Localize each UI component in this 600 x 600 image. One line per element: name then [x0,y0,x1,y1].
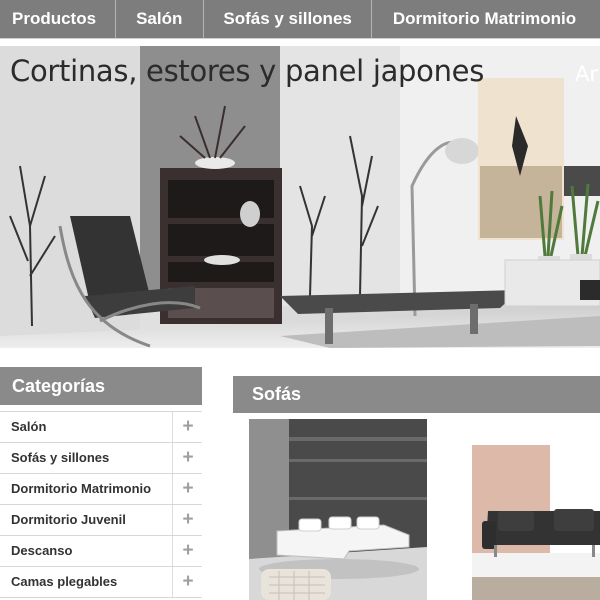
category-list: Salón + Sofás y sillones + Dormitorio Ma… [0,411,202,598]
sidebar-heading: Categorías [0,367,202,405]
category-item-dormitorio-matrimonio[interactable]: Dormitorio Matrimonio + [0,474,202,505]
section-title: Sofás [233,376,600,413]
nav-item-salon[interactable]: Salón [116,0,205,38]
category-label[interactable]: Descanso [11,536,72,566]
product-photo [249,419,427,600]
category-item-dormitorio-juvenil[interactable]: Dormitorio Juvenil + [0,505,202,536]
plus-icon[interactable]: + [172,567,203,597]
brand-logo: Ar [575,62,598,86]
nav-item-dormitorio-matrimonio[interactable]: Dormitorio Matrimonio [372,0,595,38]
hero-image [0,46,600,348]
nav-item-productos[interactable]: Productos [0,0,117,38]
plus-icon[interactable]: + [172,474,203,504]
plus-icon[interactable]: + [172,443,203,473]
category-label[interactable]: Dormitorio Matrimonio [11,474,151,504]
top-nav: Productos Salón Sofás y sillones Dormito… [0,0,600,39]
product-image[interactable] [249,419,427,600]
product-photo [472,441,600,600]
category-label[interactable]: Salón [11,412,46,442]
product-image[interactable] [472,441,600,600]
hero-banner[interactable]: Cortinas, estores y panel japones Ar [0,46,600,348]
category-label[interactable]: Sofás y sillones [11,443,109,473]
categories-sidebar: Categorías Salón + Sofás y sillones + Do… [0,367,202,598]
plus-icon[interactable]: + [172,505,203,535]
category-item-salon[interactable]: Salón + [0,412,202,443]
category-item-camas-plegables[interactable]: Camas plegables + [0,567,202,598]
plus-icon[interactable]: + [172,412,203,442]
hero-title: Cortinas, estores y panel japones [10,54,485,88]
category-item-sofas-y-sillones[interactable]: Sofás y sillones + [0,443,202,474]
category-item-descanso[interactable]: Descanso + [0,536,202,567]
category-label[interactable]: Dormitorio Juvenil [11,505,126,535]
plus-icon[interactable]: + [172,536,203,566]
nav-item-sofas-y-sillones[interactable]: Sofás y sillones [204,0,372,38]
category-label[interactable]: Camas plegables [11,567,117,597]
